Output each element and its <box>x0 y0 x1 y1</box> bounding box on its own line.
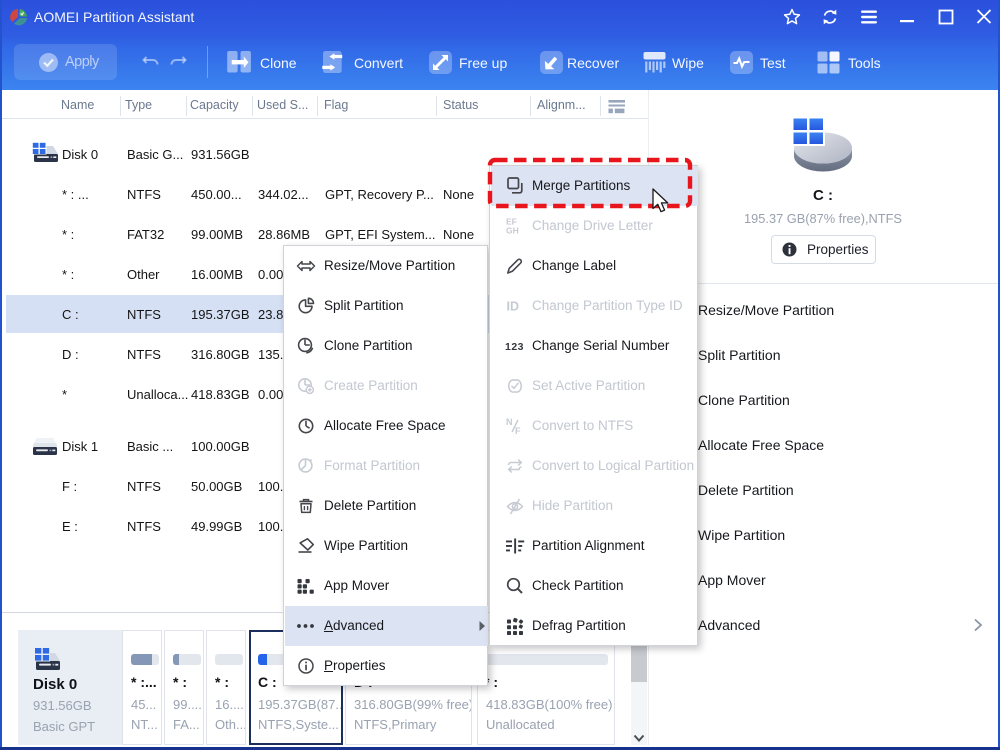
svg-text:GH: GH <box>506 226 519 236</box>
svg-text:123: 123 <box>505 341 524 353</box>
svg-text:F: F <box>515 426 521 436</box>
svg-text:N: N <box>506 417 513 427</box>
svg-text:ID: ID <box>507 300 520 314</box>
